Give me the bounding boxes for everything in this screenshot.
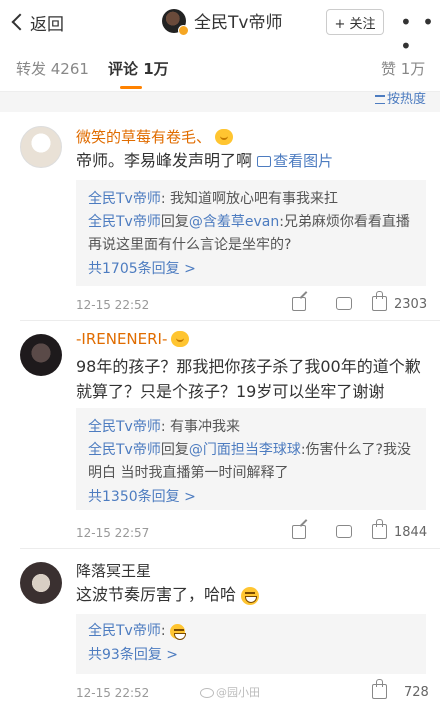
- laughing-emoji-icon: [241, 586, 260, 605]
- reply-item: 全民Tv帝师回复@门面担当李球球:伤害什么了?我没明白 当时我直播第一时间解释了: [88, 439, 414, 485]
- reply-author[interactable]: 全民Tv帝师: [88, 191, 161, 207]
- comment-author[interactable]: 微笑的草莓有卷毛、: [76, 126, 234, 147]
- comment-icon[interactable]: [336, 525, 352, 538]
- share-icon[interactable]: [292, 525, 306, 539]
- avatar[interactable]: [20, 126, 62, 168]
- reply-item: 全民Tv帝师: 有事冲我来: [88, 416, 414, 439]
- back-button[interactable]: 返回: [8, 9, 64, 35]
- share-icon[interactable]: [292, 297, 306, 311]
- reply-count-link[interactable]: 共1350条回复 >: [88, 485, 414, 509]
- page-title: 全民Tv帝师: [194, 13, 283, 33]
- comment-time: 12-15 22:57: [76, 526, 150, 540]
- view-image-label: 查看图片: [273, 152, 334, 170]
- reply-verb: 回复: [160, 214, 189, 230]
- member-badge-icon: [215, 128, 234, 145]
- avatar[interactable]: [20, 562, 62, 604]
- author-name: 降落冥王星: [76, 562, 152, 580]
- reply-verb: 回复: [160, 442, 189, 458]
- comment-text: 这波节奏厉害了，哈哈: [76, 582, 426, 607]
- sort-button[interactable]: 按热度: [374, 88, 426, 104]
- like-icon[interactable]: [372, 291, 387, 311]
- tab-likes[interactable]: 赞 1万: [381, 58, 425, 79]
- view-image-link[interactable]: 查看图片: [257, 152, 333, 170]
- like-count: 728: [404, 685, 429, 700]
- image-icon: [257, 156, 272, 167]
- comment-text: 98年的孩子？那我把你孩子杀了我00年的道个歉就算了？只是个孩子？19岁可以坐牢…: [76, 354, 426, 404]
- reply-item: 全民Tv帝师: 我知道啊放心吧有事我来扛: [88, 188, 414, 211]
- comment-icon[interactable]: [336, 297, 352, 310]
- avatar[interactable]: [20, 334, 62, 376]
- reply-box[interactable]: 全民Tv帝师: 我知道啊放心吧有事我来扛 全民Tv帝师回复@含羞草evan:兄弟…: [76, 180, 426, 286]
- reply-box[interactable]: 全民Tv帝师: 共93条回复 >: [76, 614, 426, 674]
- reply-count-link[interactable]: 共93条回复 >: [88, 643, 414, 667]
- watermark: @园小田: [200, 684, 260, 700]
- comment-author[interactable]: -IRENENERI-: [76, 330, 190, 348]
- chevron-left-icon: [11, 13, 29, 31]
- reply-separator: :: [160, 419, 171, 435]
- page-title-group[interactable]: 全民Tv帝师: [162, 8, 283, 36]
- author-name: 微笑的草莓有卷毛、: [76, 128, 212, 146]
- active-tab-indicator: [120, 86, 142, 89]
- reply-text: 我知道啊放心吧有事我来扛: [170, 191, 339, 207]
- watermark-text: @园小田: [216, 686, 260, 699]
- reply-separator: :: [160, 191, 171, 207]
- like-count: 2303: [394, 297, 428, 312]
- verified-badge-icon: [178, 24, 189, 36]
- smile-emoji-icon: [170, 623, 187, 640]
- avatar[interactable]: [162, 8, 189, 36]
- comment-body: 这波节奏厉害了，哈哈: [76, 585, 237, 604]
- comment-body: 帝师。李易峰发声明了啊: [76, 151, 253, 170]
- comment-time: 12-15 22:52: [76, 686, 150, 700]
- comment-body: 98年的孩子？那我把你孩子杀了我00年的道个歉就算了？只是个孩子？19岁可以坐牢…: [76, 357, 421, 401]
- top-bar: 返回 全民Tv帝师 + 关注 • • •: [0, 0, 440, 58]
- reply-text: 有事冲我来: [170, 419, 241, 435]
- tab-bar: 转发 4261 评论 1万 赞 1万: [0, 44, 440, 92]
- divider: [20, 548, 440, 549]
- sort-icon: [374, 94, 385, 104]
- like-icon[interactable]: [372, 519, 387, 539]
- divider: [20, 320, 440, 321]
- weibo-logo-icon: [200, 688, 214, 698]
- follow-button[interactable]: + 关注: [326, 9, 384, 35]
- tab-reposts[interactable]: 转发 4261: [16, 58, 89, 79]
- reply-box[interactable]: 全民Tv帝师: 有事冲我来 全民Tv帝师回复@门面担当李球球:伤害什么了?我没明…: [76, 408, 426, 510]
- reply-author[interactable]: 全民Tv帝师: [88, 419, 161, 435]
- comment-author[interactable]: 降落冥王星: [76, 560, 151, 581]
- reply-count-link[interactable]: 共1705条回复 >: [88, 257, 414, 281]
- reply-item: 全民Tv帝师:: [88, 620, 414, 643]
- reply-author[interactable]: 全民Tv帝师: [88, 214, 161, 230]
- comment-meta: 12-15 22:52 2303: [76, 291, 428, 316]
- reply-author[interactable]: 全民Tv帝师: [88, 442, 161, 458]
- like-count: 1844: [394, 525, 428, 540]
- reply-author[interactable]: 全民Tv帝师: [88, 623, 161, 639]
- reply-separator: :: [160, 623, 171, 639]
- comment-text: 帝师。李易峰发声明了啊 查看图片: [76, 148, 426, 174]
- mention-link[interactable]: @含羞草evan: [189, 214, 279, 230]
- tab-comments[interactable]: 评论 1万: [108, 58, 169, 79]
- reply-item: 全民Tv帝师回复@含羞草evan:兄弟麻烦你看看直播再说这里面有什么言论是坐牢的…: [88, 211, 414, 257]
- mention-link[interactable]: @门面担当李球球: [189, 442, 301, 458]
- back-label: 返回: [30, 14, 64, 35]
- like-icon[interactable]: [372, 679, 387, 699]
- comment-time: 12-15 22:52: [76, 298, 150, 312]
- sort-label: 按热度: [386, 92, 426, 104]
- member-badge-icon: [171, 331, 190, 347]
- comment-meta: 12-15 22:57 1844: [76, 519, 428, 544]
- author-name: -IRENENERI-: [76, 330, 168, 348]
